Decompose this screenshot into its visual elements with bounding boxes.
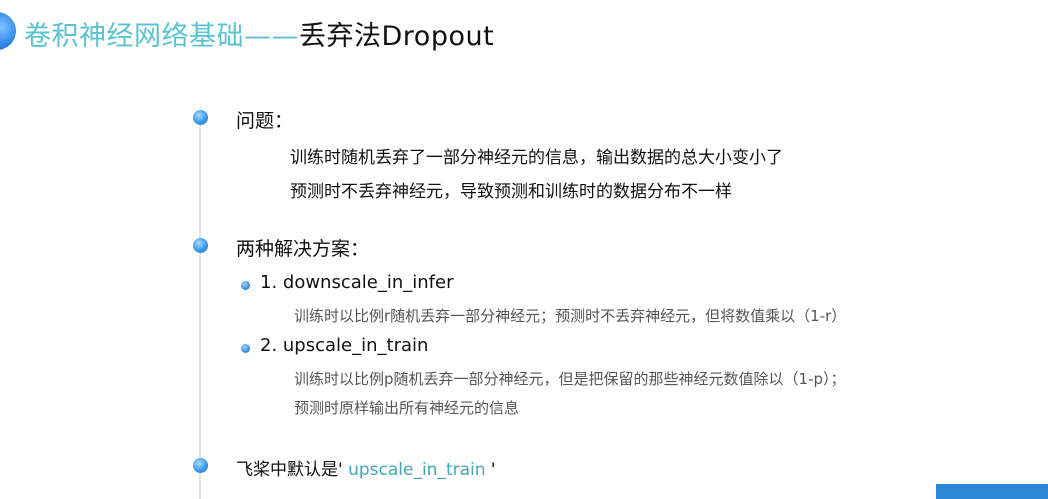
solution-2-label: 2. upscale_in_train — [260, 335, 429, 356]
title-sub: 丢弃法Dropout — [299, 21, 495, 52]
solution-1-label: 1. downscale_in_infer — [260, 272, 454, 293]
problem-line-1: 训练时随机丢弃了一部分神经元的信息，输出数据的总大小变小了 — [290, 148, 783, 168]
default-value: upscale_in_train — [342, 460, 486, 480]
solution-1-desc: 训练时以比例r随机丢弃一部分神经元；预测时不丢弃神经元，但将数值乘以（1-r） — [294, 307, 847, 325]
solutions-heading: 两种解决方案： — [236, 238, 370, 260]
default-note: 飞桨中默认是' upscale_in_train ' — [236, 455, 496, 480]
page-title: 卷积神经网络基础——丢弃法Dropout — [24, 14, 494, 53]
logo-circle — [0, 12, 16, 50]
default-suffix: ' — [485, 460, 496, 480]
sub-bullet-icon — [241, 344, 250, 353]
corner-toolbar — [936, 484, 1048, 499]
solution-2-desc-2: 预测时原样输出所有神经元的信息 — [294, 399, 520, 417]
timeline-line — [199, 118, 201, 499]
title-main: 卷积神经网络基础 — [24, 21, 244, 52]
default-prefix: 飞桨中默认是' — [236, 460, 343, 480]
solution-2-desc-1: 训练时以比例p随机丢弃一部分神经元，但是把保留的那些神经元数值除以（1-p）； — [294, 370, 846, 388]
bullet-icon — [193, 238, 208, 253]
bullet-icon — [193, 458, 208, 473]
sub-bullet-icon — [241, 281, 250, 290]
title-separator: —— — [244, 21, 299, 52]
problem-heading: 问题： — [236, 110, 294, 132]
bullet-icon — [193, 110, 208, 125]
problem-line-2: 预测时不丢弃神经元，导致预测和训练时的数据分布不一样 — [290, 182, 732, 202]
